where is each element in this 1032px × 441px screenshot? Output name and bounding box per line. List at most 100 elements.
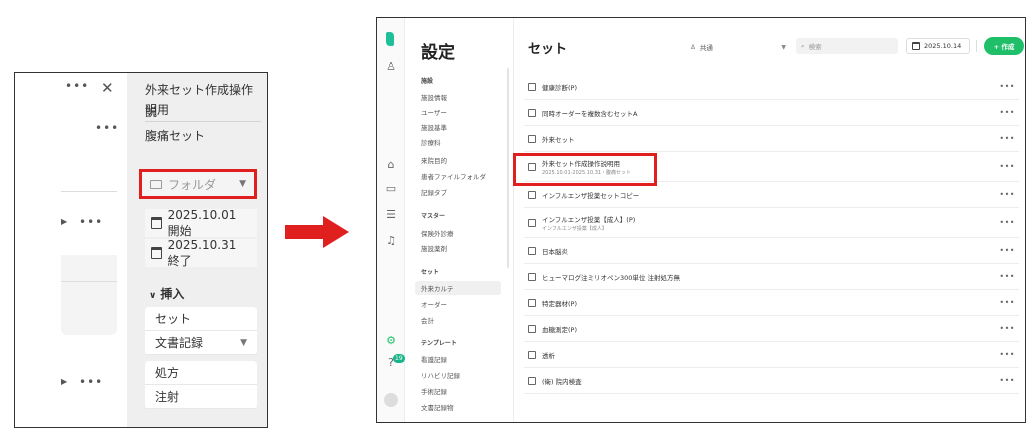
nav-item[interactable]: オーダー [421, 299, 447, 309]
list-item[interactable]: 特定器材(P) ••• [524, 290, 1019, 316]
nav-item[interactable]: ユーザー [421, 107, 447, 117]
more-icon[interactable]: ••• [999, 350, 1015, 359]
chevron-down-icon: ▼ [239, 179, 246, 189]
more-icon[interactable]: ••• [999, 324, 1015, 333]
nav-group-master: マスター [421, 213, 446, 220]
insert-item-prescription[interactable]: 処方 [145, 361, 257, 385]
set-list-fragment: ••• ✕ ••• ▶ ••• ▶ ••• [15, 73, 127, 427]
nav-item[interactable]: 手術記録 [421, 386, 447, 396]
list-item[interactable]: インフルエンザ投薬【成人】(P) インフルエンザ投薬【成人】 ••• [524, 208, 1019, 238]
document-icon [528, 298, 536, 307]
insert-section-toggle[interactable]: ∨ 挿入 [149, 285, 184, 302]
nav-item-active[interactable]: 外来カルテ [415, 281, 501, 295]
list-item-selected[interactable]: 外来セット作成操作説明用 2025.10.01-2025.10.31・腹痛セット… [524, 152, 1019, 182]
set-subtitle: 腹痛セット [145, 129, 206, 143]
more-icon[interactable]: ••• [65, 79, 89, 93]
nav-item[interactable]: 記録タブ [421, 187, 447, 197]
more-icon[interactable]: ••• [999, 108, 1015, 117]
more-icon[interactable]: ••• [999, 298, 1015, 307]
insert-item-label: 文書記録 [155, 336, 204, 350]
nav-item[interactable]: 看護記録 [421, 354, 447, 364]
app-rail: ♙ ⌂ ▭ ☰ ♫ ⚙ ? 19 [377, 18, 405, 422]
nav-item[interactable]: 文書記録物 [421, 402, 454, 412]
row-name: インフルエンザ投薬セットコピー [542, 191, 640, 200]
nav-item[interactable]: 診療科 [421, 137, 441, 147]
document-icon [528, 376, 536, 385]
insert-item-document[interactable]: 文書記録 ▼ [145, 331, 257, 355]
date-filter[interactable]: 2025.10.14 [906, 38, 970, 54]
more-icon[interactable]: ••• [999, 190, 1015, 199]
list-item[interactable]: 同時オーダーを複数含むセットA ••• [524, 100, 1019, 126]
insert-item-injection[interactable]: 注射 [145, 385, 257, 409]
end-date-field[interactable]: 2025.10.31 終了 [145, 237, 257, 268]
nav-item[interactable]: 施設薬剤 [421, 243, 447, 253]
search-input[interactable]: ⌕ 検索 [796, 38, 898, 54]
more-icon[interactable]: ••• [999, 218, 1015, 227]
create-button[interactable]: + 作成 [984, 37, 1024, 55]
list-item[interactable]: 健康診断(P) ••• [524, 74, 1019, 100]
nav-item[interactable]: 施設情報 [421, 92, 447, 102]
folder-select-highlighted[interactable]: フォルダ ▼ [139, 169, 257, 199]
row-name: ヒューマログ注ミリオペン300単位 注射処方無 [542, 273, 680, 282]
nav-item[interactable]: リハビリ記録 [421, 370, 460, 380]
more-icon[interactable]: ••• [999, 246, 1015, 255]
set-title-line2: 明用 [145, 103, 170, 117]
nav-item[interactable]: 来院目的 [421, 155, 447, 165]
chevron-down-icon: ▼ [240, 337, 247, 348]
list-item[interactable]: 日本脳炎 ••• [524, 238, 1019, 264]
more-icon[interactable]: ••• [999, 82, 1015, 91]
more-icon[interactable]: ••• [79, 215, 103, 229]
more-icon[interactable]: ••• [95, 121, 119, 135]
list-item[interactable]: インフルエンザ投薬セットコピー ••• [524, 182, 1019, 208]
nav-item[interactable]: 保険外診療 [421, 228, 454, 238]
bell-icon[interactable]: ♫ [384, 234, 398, 248]
document-icon [528, 350, 536, 359]
sidebar-scrollbar[interactable] [507, 68, 509, 268]
users-icon[interactable]: ♙ [384, 60, 398, 74]
notification-badge: 19 [393, 354, 405, 363]
list-item[interactable]: ヒューマログ注ミリオペン300単位 注射処方無 ••• [524, 264, 1019, 290]
more-icon[interactable]: ••• [999, 162, 1015, 171]
nav-group-template: テンプレート [421, 340, 457, 347]
folder-placeholder: フォルダ [168, 177, 217, 192]
row-name: インフルエンザ投薬【成人】(P) [542, 215, 636, 224]
calendar-icon [912, 42, 920, 50]
search-icon: ⌕ [801, 41, 805, 50]
nav-item[interactable]: 会計 [421, 315, 434, 325]
avatar[interactable] [384, 393, 398, 407]
document-icon [528, 218, 536, 227]
list-item[interactable]: 外来セット ••• [524, 126, 1019, 152]
row-name: 外来セット作成操作説明用 [542, 159, 620, 168]
end-date-text: 2025.10.31 終了 [167, 237, 237, 268]
nav-item[interactable]: 患者ファイルフォルダ [421, 171, 486, 181]
start-date-field[interactable]: 2025.10.01 開始 [145, 207, 257, 238]
date-filter-value: 2025.10.14 [924, 42, 962, 50]
insert-label: 挿入 [160, 287, 185, 301]
nav-group-set: セット [421, 269, 440, 276]
more-icon[interactable]: ••• [999, 376, 1015, 385]
bed-icon[interactable]: ▭ [384, 182, 398, 196]
insert-options-box: セット 文書記録 ▼ [145, 307, 257, 355]
list-item[interactable]: (衛) 院内検査 ••• [524, 368, 1019, 394]
close-icon[interactable]: ✕ [101, 79, 114, 97]
list-icon[interactable]: ☰ [384, 208, 398, 222]
document-icon [528, 190, 536, 199]
insert-item-set[interactable]: セット [145, 307, 257, 331]
more-icon[interactable]: ••• [999, 272, 1015, 281]
list-item[interactable]: 血糖測定(P) ••• [524, 316, 1019, 342]
folder-icon [150, 179, 162, 189]
nav-item[interactable]: 施設基準 [421, 122, 447, 132]
gear-icon[interactable]: ⚙ [384, 334, 398, 348]
row-subtitle: 2025.10.01-2025.10.31・腹痛セット [542, 169, 632, 176]
row-name: 透析 [542, 351, 555, 360]
home-icon[interactable]: ⌂ [384, 158, 398, 172]
caret-right-icon[interactable]: ▶ [61, 217, 67, 226]
row-name: 同時オーダーを複数含むセットA [542, 109, 638, 118]
list-item[interactable]: 透析 ••• [524, 342, 1019, 368]
start-date-text: 2025.10.01 開始 [167, 207, 237, 238]
share-filter-select[interactable]: ♙ 共通 ▼ [690, 40, 786, 54]
caret-right-icon[interactable]: ▶ [61, 377, 67, 386]
more-icon[interactable]: ••• [999, 134, 1015, 143]
more-icon[interactable]: ••• [79, 375, 103, 389]
settings-screen: ♙ ⌂ ▭ ☰ ♫ ⚙ ? 19 設定 施設 施設情報 ユーザー 施設基準 診療… [376, 17, 1026, 423]
